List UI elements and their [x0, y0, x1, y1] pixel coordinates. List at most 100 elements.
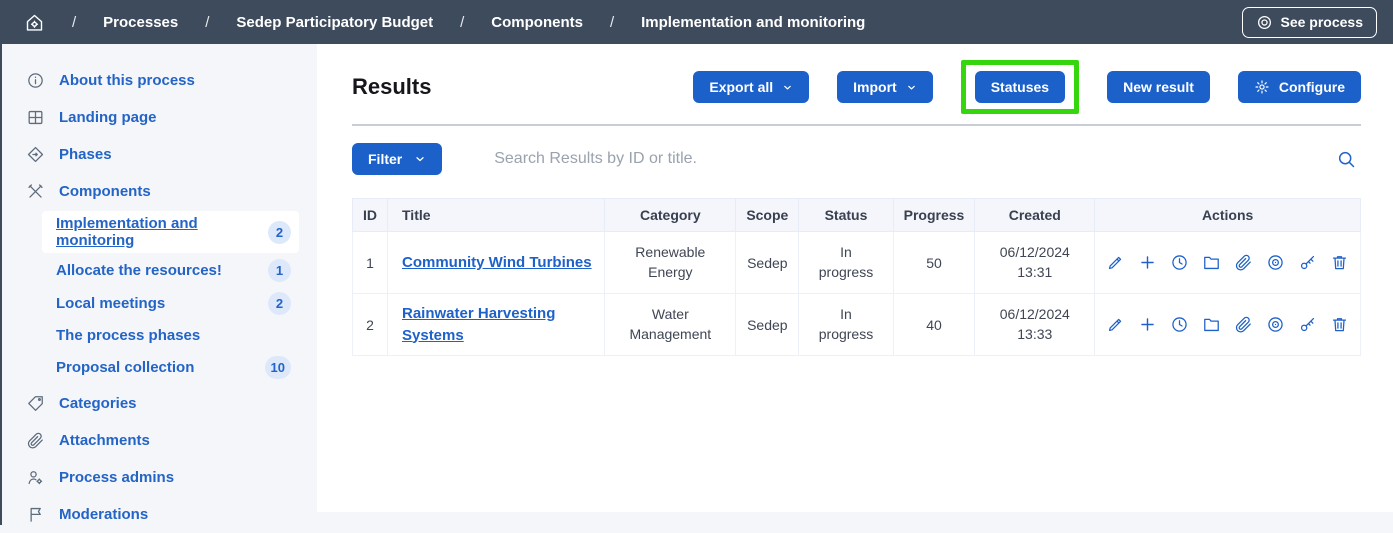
table-row: 2 Rainwater Harvesting Systems Water Man… [353, 294, 1361, 356]
sidebar-item-label: Process admins [59, 469, 174, 486]
add-action-button[interactable] [1138, 315, 1157, 334]
sidebar-item-label: Attachments [59, 432, 150, 449]
subitem-label: Local meetings [56, 295, 165, 312]
configure-button[interactable]: Configure [1238, 71, 1361, 103]
sidebar-item-components[interactable]: Components [2, 173, 317, 210]
breadcrumb-components[interactable]: Components [491, 14, 583, 31]
search-button[interactable] [1332, 145, 1361, 174]
count-badge: 1 [268, 259, 291, 282]
plus-icon [1138, 253, 1157, 272]
phases-diamond-icon [26, 145, 45, 164]
gear-icon [1254, 79, 1270, 95]
chevron-down-icon [906, 82, 917, 93]
cell-progress: 50 [893, 232, 975, 294]
folder-icon [1202, 315, 1221, 334]
components-sub-list: Implementation and monitoring 2 Allocate… [42, 211, 299, 383]
created-date: 06/12/2024 [985, 305, 1084, 325]
import-label: Import [853, 79, 897, 95]
sidebar-subitem-allocate-the-resources[interactable]: Allocate the resources! 1 [42, 255, 299, 286]
breadcrumb-process-name[interactable]: Sedep Participatory Budget [236, 14, 433, 31]
subitem-label: Proposal collection [56, 359, 194, 376]
sidebar-subitem-the-process-phases[interactable]: The process phases [42, 321, 299, 350]
search-input[interactable] [494, 142, 1322, 176]
filter-row: Filter [352, 142, 1361, 176]
admin-topbar: / Processes / Sedep Participatory Budget… [2, 0, 1393, 44]
delete-action-button[interactable] [1330, 253, 1349, 272]
cell-scope: Sedep [736, 232, 799, 294]
preview-action-button[interactable] [1266, 315, 1285, 334]
page-title: Results [352, 74, 431, 100]
export-all-button[interactable]: Export all [693, 71, 809, 103]
results-toolbar: Export all Import Statuses [693, 60, 1361, 114]
sidebar-subitem-local-meetings[interactable]: Local meetings 2 [42, 288, 299, 319]
trash-icon [1330, 253, 1349, 272]
filter-button[interactable]: Filter [352, 143, 442, 175]
trash-icon [1330, 315, 1349, 334]
sidebar-item-phases[interactable]: Phases [2, 136, 317, 173]
paperclip-icon [1234, 253, 1253, 272]
paperclip-icon [26, 431, 45, 450]
created-time: 13:33 [985, 325, 1084, 345]
sidebar-subitem-implementation-and-monitoring[interactable]: Implementation and monitoring 2 [42, 211, 299, 253]
import-button[interactable]: Import [837, 71, 933, 103]
cell-created: 06/12/2024 13:33 [975, 294, 1095, 356]
cell-category: Renewable Energy [605, 232, 736, 294]
search-icon [1336, 149, 1357, 170]
result-title-link[interactable]: Community Wind Turbines [402, 252, 592, 274]
breadcrumb-current-component[interactable]: Implementation and monitoring [641, 14, 865, 31]
sidebar-item-label: Landing page [59, 109, 157, 126]
history-action-button[interactable] [1170, 253, 1189, 272]
subitem-label: Implementation and monitoring [56, 215, 268, 249]
permissions-action-button[interactable] [1298, 253, 1317, 272]
statuses-button[interactable]: Statuses [975, 71, 1065, 103]
permissions-action-button[interactable] [1298, 315, 1317, 334]
statuses-label: Statuses [991, 79, 1049, 95]
new-result-button[interactable]: New result [1107, 71, 1210, 103]
sidebar-subitem-proposal-collection[interactable]: Proposal collection 10 [42, 352, 299, 383]
edit-action-button[interactable] [1106, 253, 1125, 272]
header-id: ID [353, 199, 388, 232]
created-time: 13:31 [985, 263, 1084, 283]
key-icon [1298, 253, 1317, 272]
created-date: 06/12/2024 [985, 243, 1084, 263]
breadcrumb-processes[interactable]: Processes [103, 14, 178, 31]
count-badge: 2 [268, 221, 291, 244]
header-status: Status [799, 199, 893, 232]
header-title: Title [388, 199, 605, 232]
header-created: Created [975, 199, 1095, 232]
count-badge: 2 [268, 292, 291, 315]
preview-action-button[interactable] [1266, 253, 1285, 272]
edit-action-button[interactable] [1106, 315, 1125, 334]
attachments-action-button[interactable] [1234, 253, 1253, 272]
sidebar-item-about-this-process[interactable]: About this process [2, 62, 317, 99]
pencil-icon [1106, 253, 1125, 272]
paperclip-icon [1234, 315, 1253, 334]
breadcrumb: / Processes / Sedep Participatory Budget… [24, 12, 1242, 33]
cell-scope: Sedep [736, 294, 799, 356]
delete-action-button[interactable] [1330, 315, 1349, 334]
cell-status: In progress [799, 232, 893, 294]
flag-icon [26, 505, 45, 524]
results-table: ID Title Category Scope Status Progress … [352, 198, 1361, 356]
sidebar-item-moderations[interactable]: Moderations [2, 496, 317, 533]
result-title-link[interactable]: Rainwater Harvesting Systems [402, 303, 594, 347]
home-breadcrumb-link[interactable] [24, 12, 45, 33]
folder-action-button[interactable] [1202, 253, 1221, 272]
header-actions: Actions [1095, 199, 1361, 232]
pencil-icon [1106, 315, 1125, 334]
history-action-button[interactable] [1170, 315, 1189, 334]
filter-label: Filter [368, 151, 402, 167]
sidebar-item-attachments[interactable]: Attachments [2, 422, 317, 459]
sidebar-item-categories[interactable]: Categories [2, 385, 317, 422]
sidebar-item-landing-page[interactable]: Landing page [2, 99, 317, 136]
sidebar-item-label: Phases [59, 146, 112, 163]
header-progress: Progress [893, 199, 975, 232]
add-action-button[interactable] [1138, 253, 1157, 272]
eye-icon [1266, 253, 1285, 272]
sidebar-item-process-admins[interactable]: Process admins [2, 459, 317, 496]
sidebar-item-label: Components [59, 183, 151, 200]
export-all-label: Export all [709, 79, 773, 95]
attachments-action-button[interactable] [1234, 315, 1253, 334]
see-process-button[interactable]: See process [1242, 7, 1378, 38]
folder-action-button[interactable] [1202, 315, 1221, 334]
